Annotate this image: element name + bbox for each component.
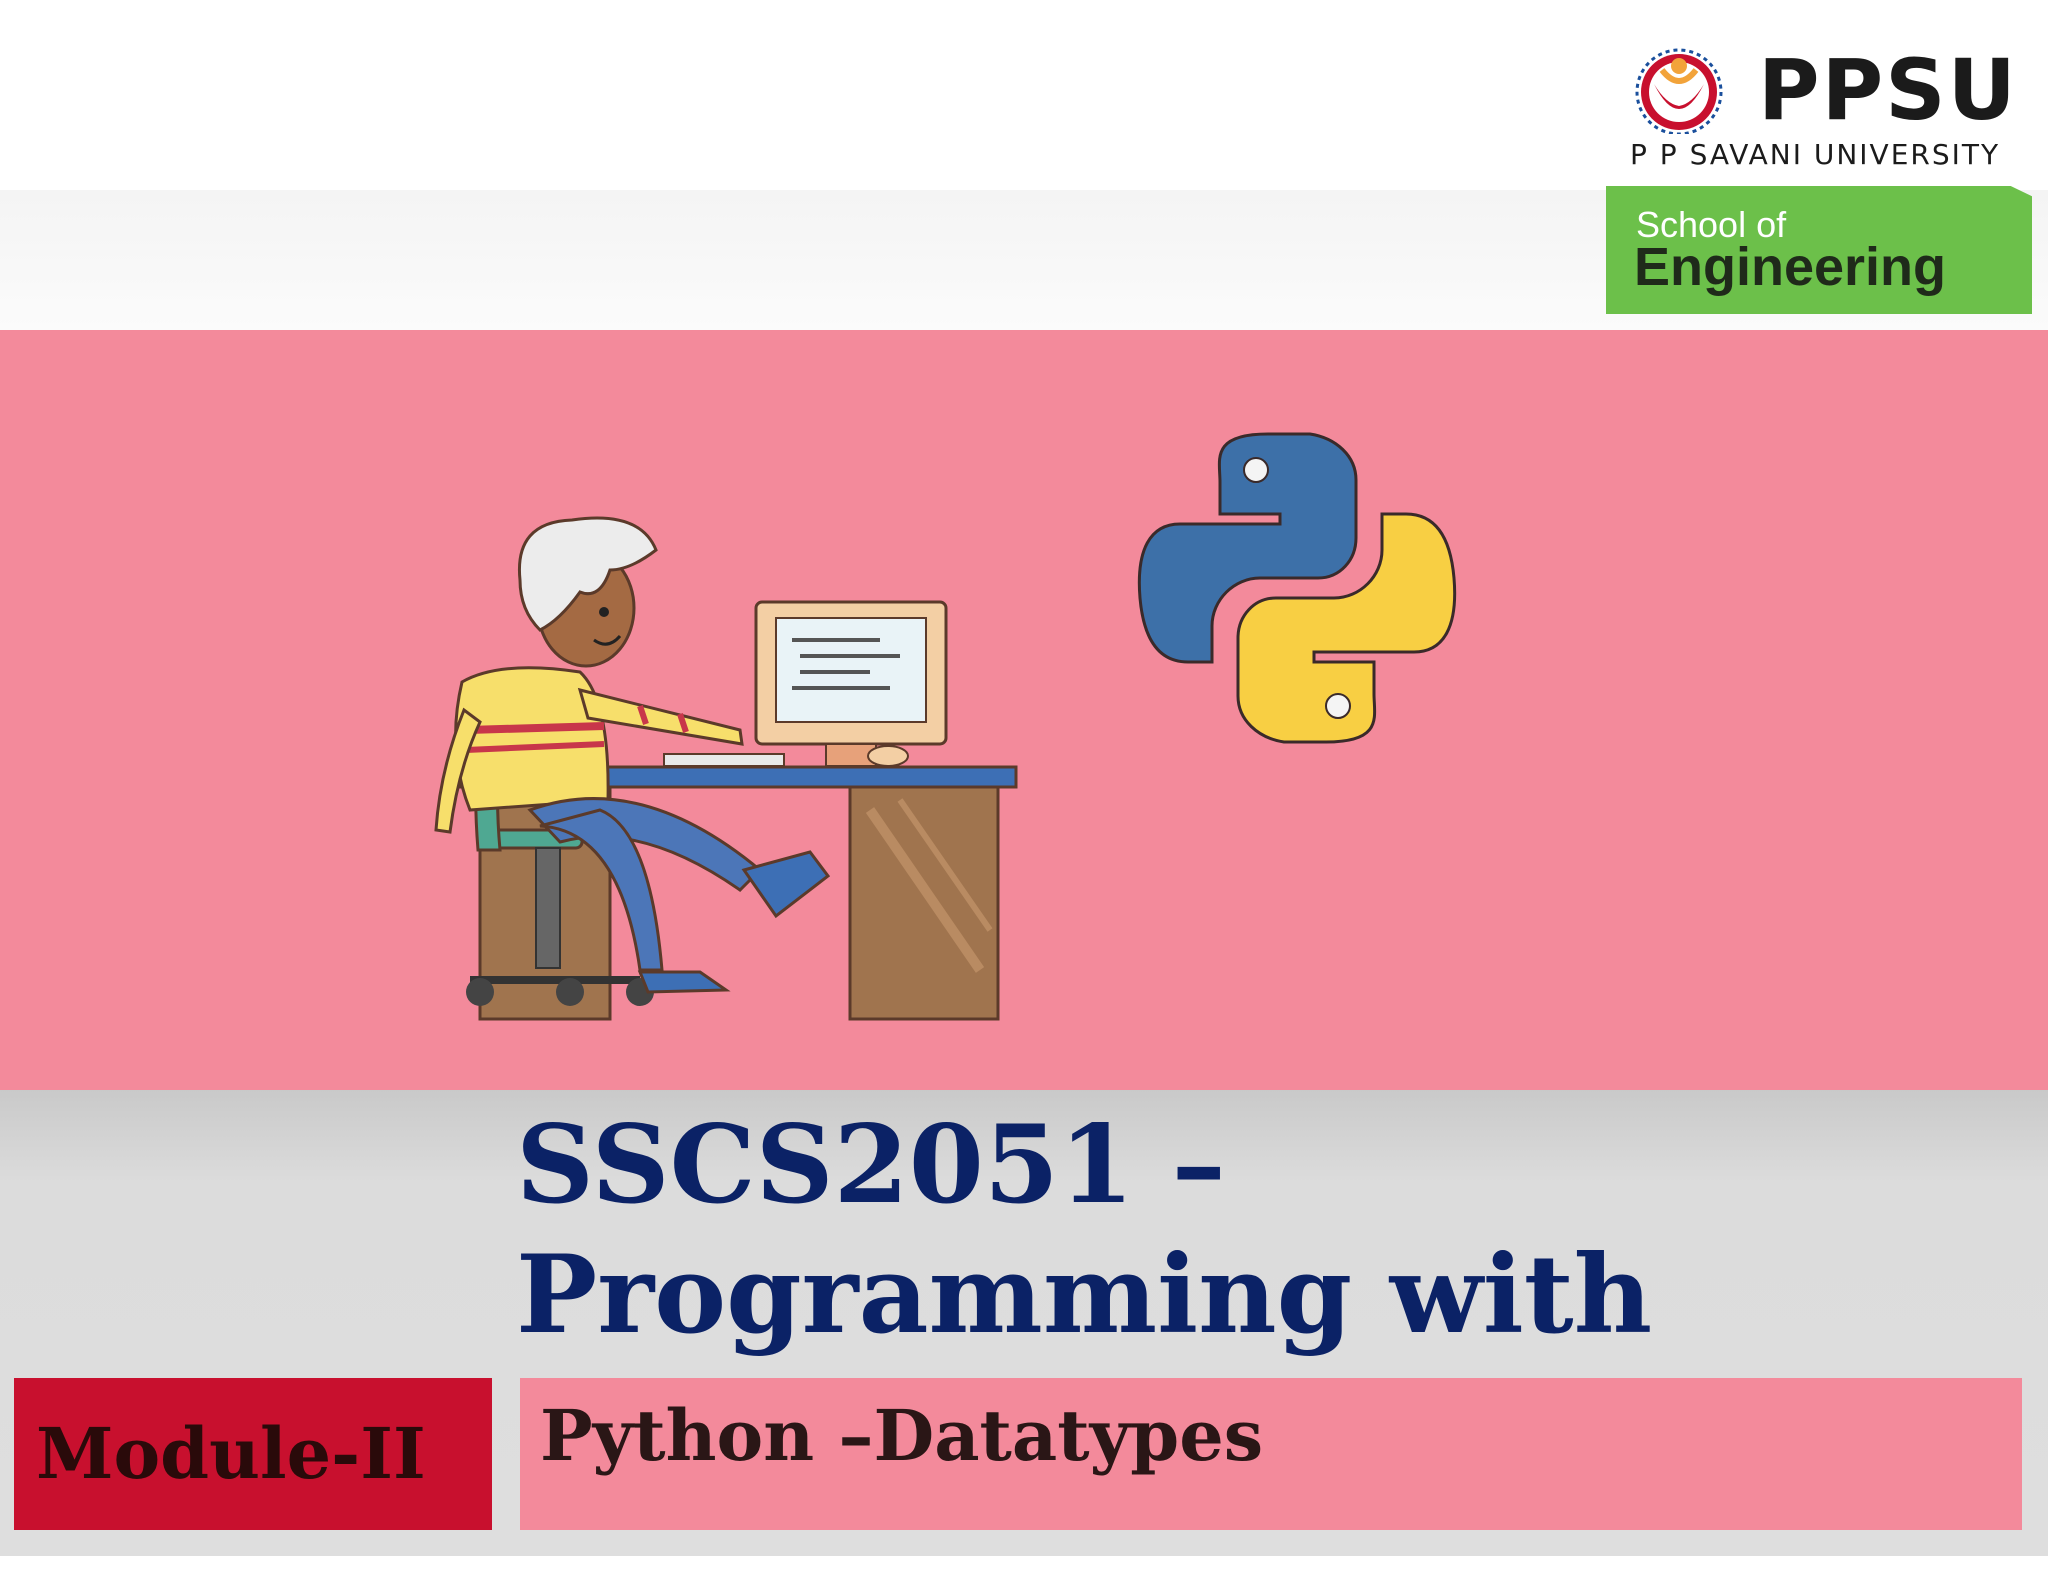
topic-banner: Python –Datatypes bbox=[520, 1378, 2022, 1530]
hero-banner bbox=[0, 330, 2048, 1090]
university-logo: PPSU P P SAVANI UNIVERSITY bbox=[1620, 38, 2040, 171]
programmer-at-desk-illustration bbox=[434, 516, 1018, 1021]
module-label: Module-II bbox=[36, 1412, 426, 1495]
ppsu-emblem-icon bbox=[1635, 48, 1723, 134]
university-name: P P SAVANI UNIVERSITY bbox=[1630, 138, 2001, 171]
hero-illustrations bbox=[434, 432, 1457, 1021]
school-badge: School of Engineering bbox=[1606, 186, 2032, 314]
module-badge: Module-II bbox=[14, 1378, 492, 1530]
school-badge-line2: Engineering bbox=[1634, 237, 1947, 297]
topic-label: Python –Datatypes bbox=[540, 1394, 1264, 1477]
python-logo-icon bbox=[1137, 432, 1457, 744]
logo-wordmark: PPSU bbox=[1758, 41, 2018, 139]
